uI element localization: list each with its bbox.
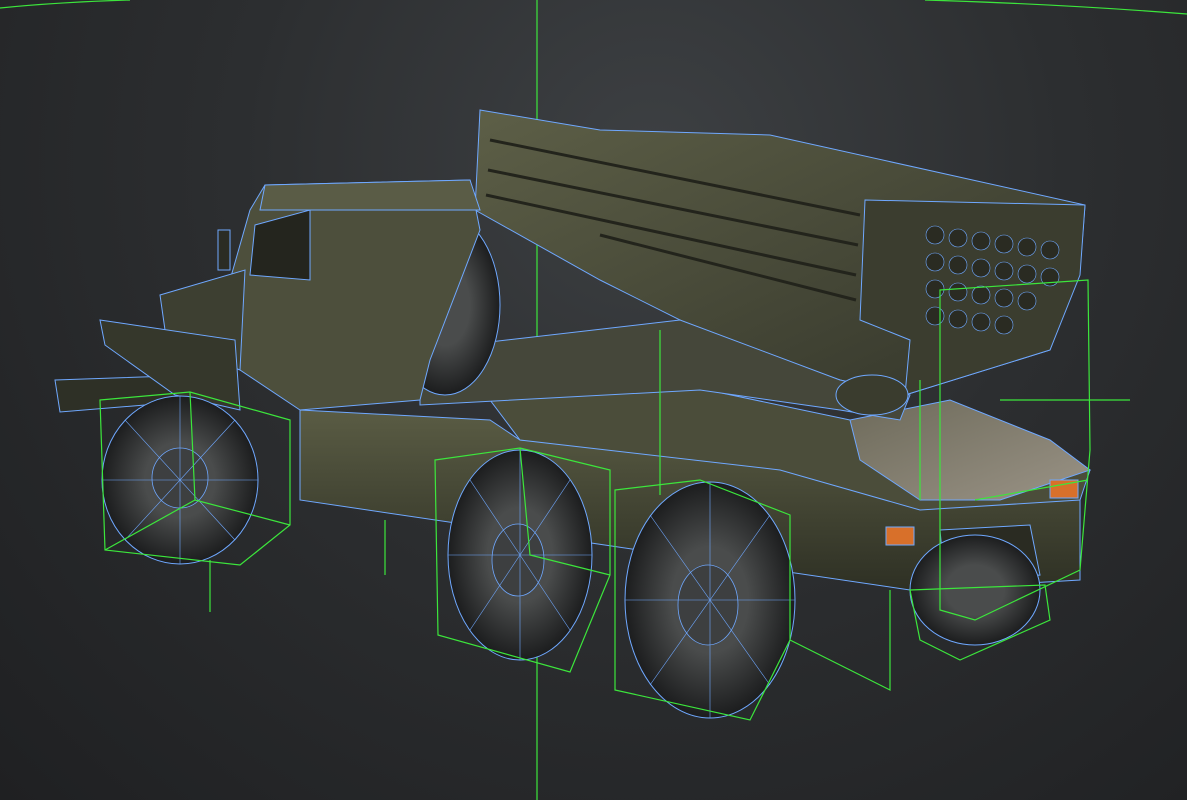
- grid-arc-right: [924, 0, 1187, 15]
- wheel-middle: [447, 449, 593, 661]
- pivot-cylinder: [835, 374, 909, 416]
- grid-arc-left: [0, 0, 131, 9]
- cab-roof: [259, 179, 481, 211]
- 3d-viewport[interactable]: [0, 0, 1187, 800]
- truck-model[interactable]: [54, 109, 1092, 719]
- tail-light-left: [885, 526, 915, 546]
- wheel-far-rear: [909, 534, 1041, 646]
- viewport-canvas[interactable]: [0, 0, 1187, 800]
- wheel-rear: [624, 481, 796, 719]
- side-mirror: [217, 229, 231, 271]
